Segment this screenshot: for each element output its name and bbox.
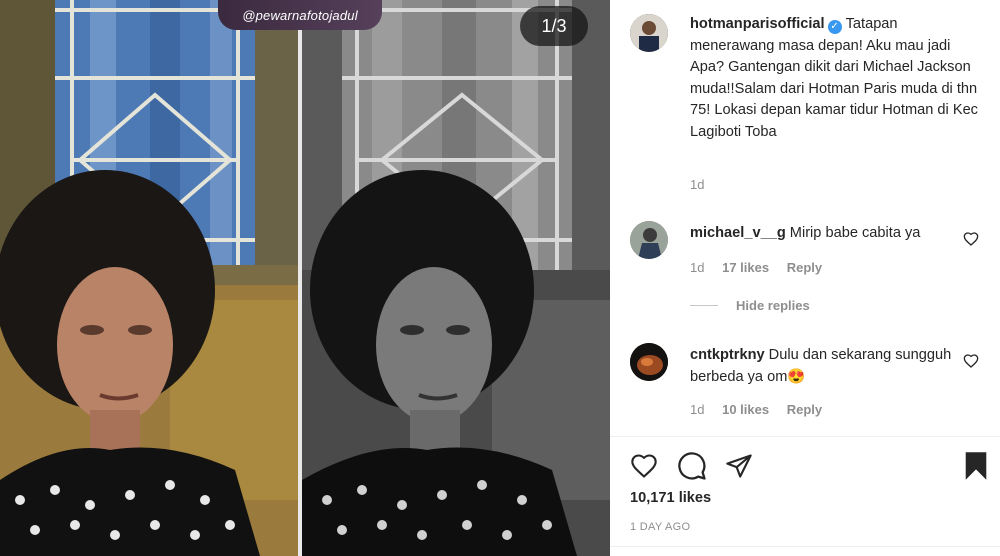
save-bookmark-icon[interactable] xyxy=(962,450,990,482)
comment-2-reply-button[interactable]: Reply xyxy=(787,402,822,417)
photo-watermark: @pewarnafotojadul xyxy=(218,0,382,30)
post-caption: hotmanparisofficial ✓ Tatapan menerawang m… xyxy=(690,14,980,143)
carousel-counter-label: 1/3 xyxy=(541,15,567,36)
hide-replies-label: Hide replies xyxy=(736,298,810,313)
carousel-counter: 1/3 xyxy=(520,6,588,46)
bottom-divider xyxy=(610,546,1000,547)
reply-avatar[interactable] xyxy=(630,343,668,381)
comment-1: michael_v__g Mirip babe cabita ya xyxy=(690,222,960,244)
comment-1-reply-button[interactable]: Reply xyxy=(787,260,822,275)
reply-avatar-image xyxy=(630,343,668,381)
like-heart-icon[interactable] xyxy=(629,452,659,480)
comment-1-meta: 1d 17 likes Reply xyxy=(690,260,836,275)
likes-count[interactable]: 10,171 likes xyxy=(630,490,711,506)
caption-text: Tatapan menerawang masa depan! Aku mau j… xyxy=(690,16,978,140)
comment-1-likes[interactable]: 17 likes xyxy=(722,260,769,275)
comment-avatar-image xyxy=(630,221,668,259)
comment-1-text: Mirip babe cabita ya xyxy=(789,225,921,241)
comment-avatar[interactable] xyxy=(630,221,668,259)
hide-replies-line xyxy=(690,305,718,306)
caption-age: 1d xyxy=(690,177,705,192)
original-photo xyxy=(302,0,610,556)
author-avatar[interactable] xyxy=(630,14,668,52)
actions-divider xyxy=(610,436,1000,437)
comment-2: cntkptrkny Dulu dan sekarang sungguh ber… xyxy=(690,344,960,388)
comment-2-meta: 1d 10 likes Reply xyxy=(690,402,836,417)
post-media[interactable]: @pewarnafotojadul 1/3 xyxy=(0,0,610,556)
author-username[interactable]: hotmanparisofficial xyxy=(690,16,825,32)
author-avatar-image xyxy=(630,14,668,52)
watermark-text: @pewarnafotojadul xyxy=(242,7,358,23)
caption-meta: 1d xyxy=(690,177,718,192)
comment-1-username[interactable]: michael_v__g xyxy=(690,225,786,241)
comment-bubble-icon[interactable] xyxy=(677,451,707,481)
hide-replies-button[interactable]: Hide replies xyxy=(690,298,810,313)
share-paper-plane-icon[interactable] xyxy=(724,452,754,480)
comment-2-likes[interactable]: 10 likes xyxy=(722,402,769,417)
verified-badge-icon: ✓ xyxy=(827,20,842,34)
post-date: 1 DAY AGO xyxy=(630,521,691,533)
comment-2-like-icon[interactable] xyxy=(963,353,979,369)
comment-2-age: 1d xyxy=(690,402,705,417)
comment-2-username[interactable]: cntkptrkny xyxy=(690,347,765,363)
comment-1-age: 1d xyxy=(690,260,705,275)
comment-1-like-icon[interactable] xyxy=(963,231,979,247)
colorized-photo xyxy=(0,0,298,556)
